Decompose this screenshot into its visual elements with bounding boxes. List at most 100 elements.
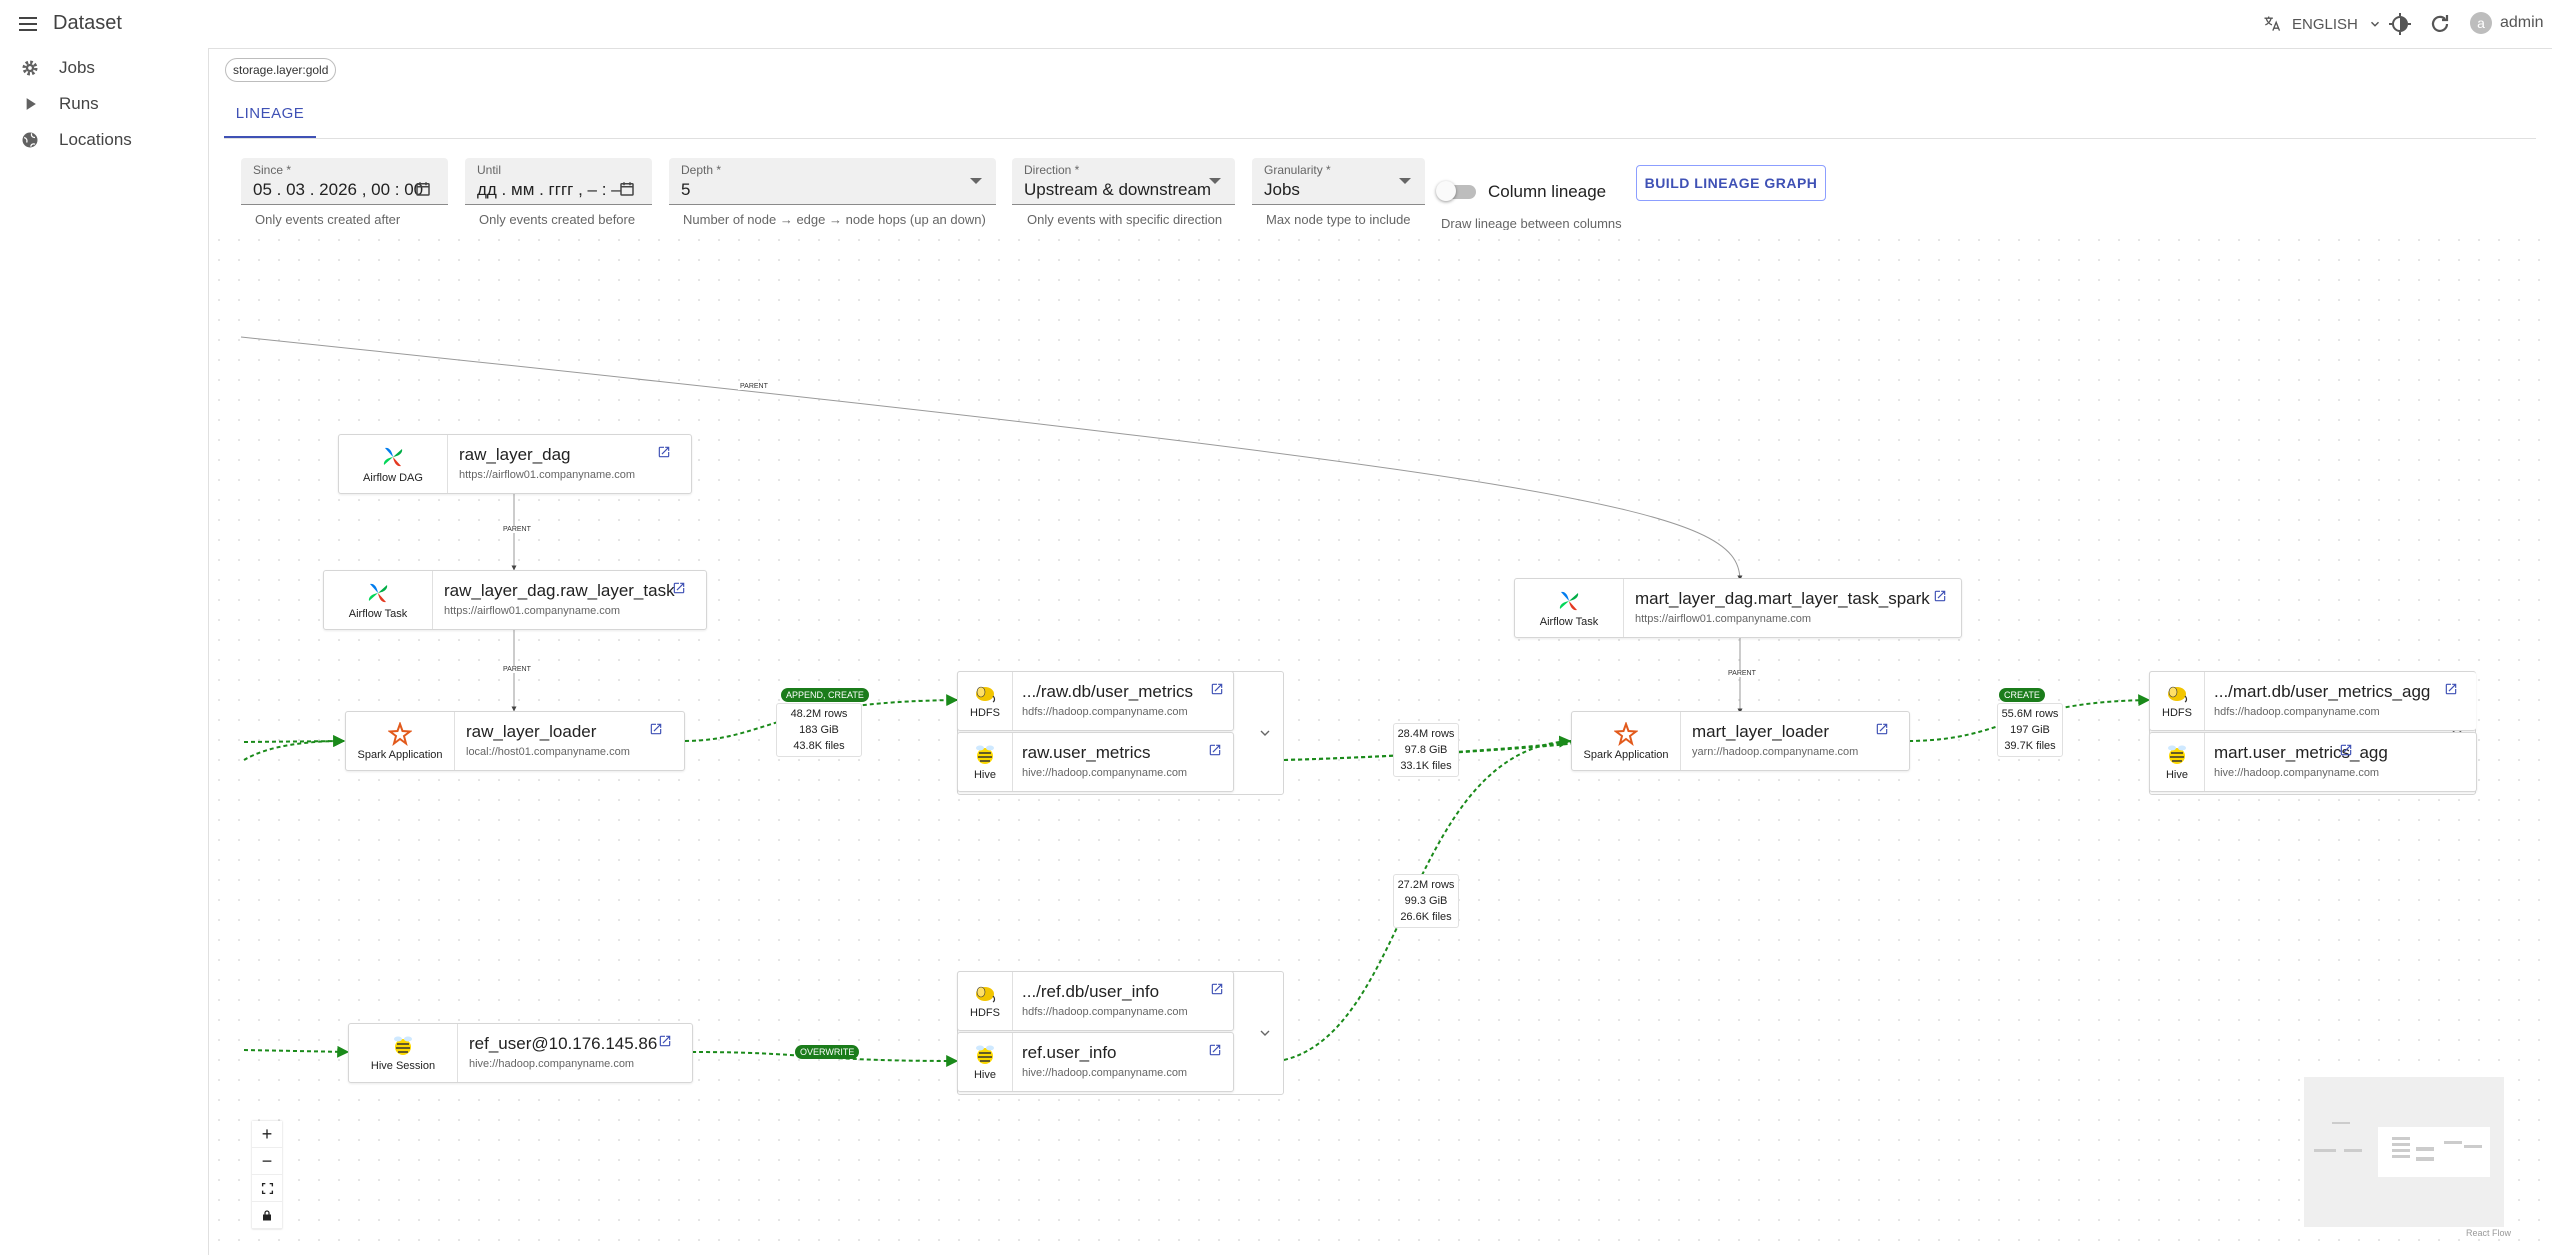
node-url: hdfs://hadoop.companyname.com (2214, 706, 2380, 718)
node-mart-hive[interactable]: Hive mart.user_metrics_agg hive://hadoop… (2149, 732, 2477, 792)
tabs-divider (224, 138, 2536, 139)
zoom-in-button[interactable]: + (252, 1121, 282, 1148)
until-field[interactable]: Until дд . мм . гггг , – : – (465, 158, 652, 205)
spark-icon (388, 721, 412, 746)
sidebar-item-jobs[interactable]: Jobs (0, 50, 208, 86)
edge-stats-raw-to-mart: 28.4M rows 97.8 GiB 33.1K files (1393, 723, 1459, 777)
node-type: Hive (958, 733, 1013, 791)
external-link-icon[interactable] (2444, 682, 2458, 696)
granularity-label: Granularity * (1264, 163, 1331, 177)
node-url: hdfs://hadoop.companyname.com (1022, 1006, 1188, 1018)
chevron-down-icon[interactable] (1260, 730, 1270, 736)
node-raw-hdfs[interactable]: HDFS .../raw.db/user_metrics hdfs://hado… (957, 671, 1234, 731)
external-link-icon[interactable] (2339, 743, 2353, 757)
node-raw-layer-task[interactable]: Airflow Task raw_layer_dag.raw_layer_tas… (323, 570, 707, 630)
granularity-value: Jobs (1264, 180, 1300, 199)
external-link-icon[interactable] (1210, 682, 1224, 696)
since-field[interactable]: Since * 05 . 03 . 2026 , 00 : 00 (241, 158, 448, 205)
airflow-icon (383, 447, 403, 466)
play-icon (26, 98, 36, 110)
zoom-out-button[interactable]: − (252, 1148, 282, 1175)
node-type: Hive (2150, 733, 2205, 791)
node-raw-layer-dag[interactable]: Airflow DAG raw_layer_dag https://airflo… (338, 434, 692, 494)
since-helper: Only events created after (255, 212, 401, 227)
node-raw-hive[interactable]: Hive raw.user_metrics hive://hadoop.comp… (957, 732, 1234, 792)
node-ref-hive-session[interactable]: Hive Session ref_user@10.176.145.86 hive… (348, 1023, 693, 1083)
external-link-icon[interactable] (1210, 982, 1224, 996)
external-link-icon[interactable] (649, 722, 663, 736)
minimap[interactable] (2304, 1077, 2504, 1227)
tab-lineage[interactable]: LINEAGE (224, 100, 316, 138)
calendar-icon[interactable] (618, 180, 636, 198)
lineage-edge-in-ref (243, 1045, 350, 1058)
theme-toggle-icon[interactable] (2388, 12, 2412, 36)
edge-badge-append-create: APPEND, CREATE (781, 688, 869, 702)
lineage-canvas[interactable]: PARENT PARENT PARENT PARENT Airflow DAG … (209, 230, 2552, 1255)
node-url: yarn://hadoop.companyname.com (1692, 746, 1859, 758)
direction-label: Direction * (1024, 163, 1080, 177)
depth-select[interactable]: Depth * 5 (669, 158, 996, 205)
node-mart-layer-task[interactable]: Airflow Task mart_layer_dag.mart_layer_t… (1514, 578, 1962, 638)
node-type: HDFS (958, 672, 1013, 730)
sidebar-item-locations[interactable]: Locations (0, 122, 208, 158)
node-mart-layer-loader[interactable]: Spark Application mart_layer_loader yarn… (1571, 711, 1910, 771)
react-flow-attribution[interactable]: React Flow (2466, 1228, 2511, 1238)
parent-edge-label: PARENT (1726, 670, 1758, 677)
node-mart-hdfs[interactable]: HDFS .../mart.db/user_metrics_agg hdfs:/… (2149, 671, 2476, 731)
column-lineage-helper: Draw lineage between columns (1441, 216, 1622, 231)
external-link-icon[interactable] (1875, 722, 1889, 736)
chevron-down-icon[interactable] (1260, 1030, 1270, 1036)
node-url: hdfs://hadoop.companyname.com (1022, 706, 1188, 718)
node-ref-hdfs[interactable]: HDFS .../ref.db/user_info hdfs://hadoop.… (957, 971, 1234, 1031)
external-link-icon[interactable] (1208, 1043, 1222, 1057)
user-menu[interactable]: a admin (2470, 12, 2544, 34)
lineage-edge-in-raw-2 (243, 735, 346, 761)
direction-select[interactable]: Direction * Upstream & downstream (1012, 158, 1235, 205)
edge-badge-create: CREATE (1999, 688, 2045, 702)
node-url: hive://hadoop.companyname.com (469, 1058, 635, 1070)
lock-icon (263, 1209, 271, 1220)
lock-button[interactable] (252, 1202, 282, 1229)
translate-icon (2264, 16, 2281, 31)
node-name: ref_user@10.176.145.86 (469, 1034, 658, 1053)
direction-value: Upstream & downstream (1024, 180, 1212, 199)
depth-helper: Number of node → edge → node hops (up an… (683, 212, 986, 227)
node-name: .../raw.db/user_metrics (1022, 682, 1194, 701)
refresh-icon[interactable] (2428, 12, 2452, 36)
node-name: mart_layer_loader (1692, 722, 1830, 741)
dropdown-arrow-icon (970, 178, 982, 184)
edge-badge-overwrite: OVERWRITE (795, 1045, 860, 1059)
sidebar-item-runs[interactable]: Runs (0, 86, 208, 122)
language-selector[interactable]: ENGLISH (2262, 14, 2382, 34)
app-bar: Dataset ENGLISH a admin (0, 0, 2552, 49)
depth-label: Depth * (681, 163, 722, 177)
node-type: Spark Application (346, 712, 455, 770)
node-url: hive://hadoop.companyname.com (1022, 767, 1188, 779)
column-lineage-switch-thumb[interactable] (1436, 181, 1456, 201)
user-name: admin (2500, 14, 2544, 31)
hive-bee-icon (976, 745, 994, 764)
sidebar-item-label: Runs (59, 94, 99, 113)
avatar: a (2470, 12, 2492, 34)
external-link-icon[interactable] (1933, 589, 1947, 603)
calendar-icon[interactable] (414, 180, 432, 198)
since-value[interactable]: 05 . 03 . 2026 , 00 : 00 (253, 180, 423, 200)
node-name: mart_layer_dag.mart_layer_task_spark (1635, 589, 1930, 608)
edge-stats-ref-to-mart: 27.2M rows 99.3 GiB 26.6K files (1393, 874, 1459, 928)
tag-chip[interactable]: storage.layer:gold (225, 58, 337, 82)
external-link-icon[interactable] (658, 1034, 672, 1048)
fit-view-button[interactable] (252, 1175, 282, 1202)
menu-icon[interactable] (16, 12, 40, 36)
node-ref-hive[interactable]: Hive ref.user_info hive://hadoop.company… (957, 1032, 1234, 1092)
granularity-select[interactable]: Granularity * Jobs (1252, 158, 1425, 205)
node-raw-layer-loader[interactable]: Spark Application raw_layer_loader local… (345, 711, 685, 771)
fit-view-icon (261, 1182, 273, 1194)
hadoop-elephant-icon (2168, 686, 2188, 703)
external-link-icon[interactable] (657, 445, 671, 459)
external-link-icon[interactable] (1208, 743, 1222, 757)
build-lineage-button[interactable]: BUILD LINEAGE GRAPH (1636, 165, 1826, 201)
external-link-icon[interactable] (672, 581, 686, 595)
node-type: Airflow Task (324, 571, 433, 629)
node-url: https://airflow01.companyname.com (1635, 613, 1812, 625)
until-value[interactable]: дд . мм . гггг , – : – (477, 180, 621, 200)
